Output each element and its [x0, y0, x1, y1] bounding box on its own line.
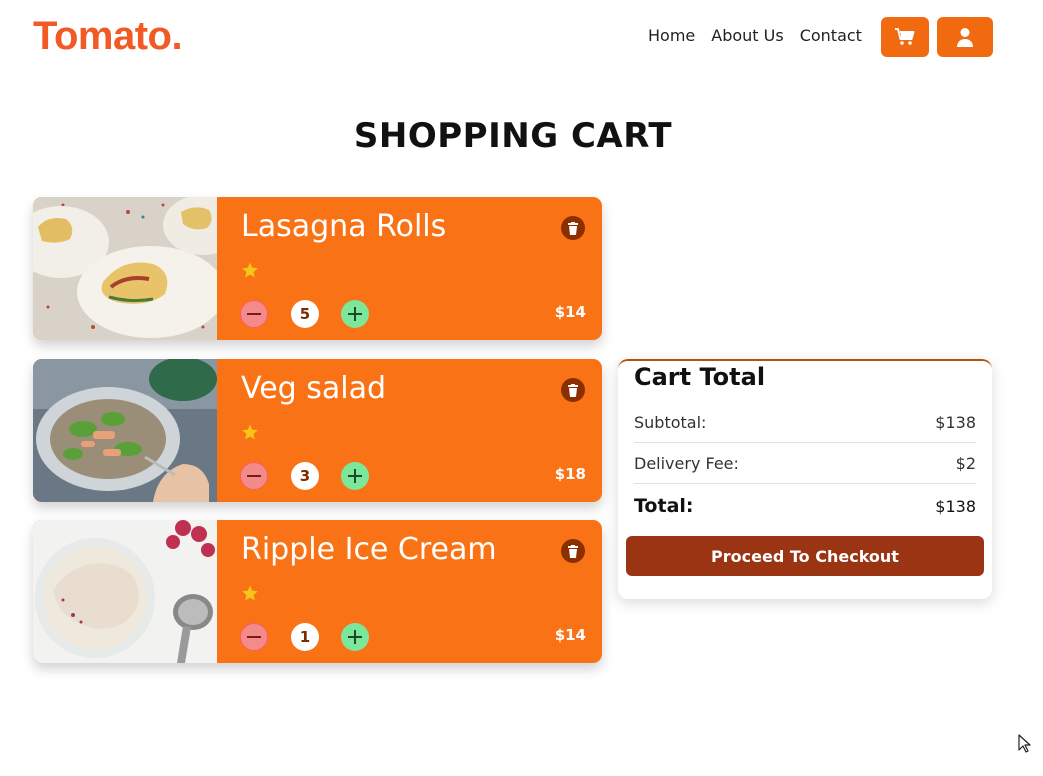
nav-contact[interactable]: Contact: [800, 26, 862, 45]
quantity-value: 3: [291, 462, 319, 490]
nav-home[interactable]: Home: [648, 26, 695, 45]
page-title: SHOPPING CART: [353, 116, 673, 156]
item-name: Lasagna Rolls: [241, 209, 447, 244]
minus-icon: [247, 313, 261, 315]
total-label: Total:: [634, 495, 694, 517]
remove-item-button[interactable]: [561, 216, 585, 240]
cart-icon: [895, 28, 915, 45]
total-row: Total: $138: [634, 495, 976, 517]
cart-button[interactable]: [881, 17, 929, 57]
cart-item: Lasagna Rolls 5 $14: [33, 197, 602, 340]
item-price: $14: [554, 303, 586, 321]
quantity-value: 1: [291, 623, 319, 651]
plus-icon: [348, 469, 362, 483]
remove-item-button[interactable]: [561, 378, 585, 402]
cart-total-heading: Cart Total: [634, 363, 766, 391]
proceed-to-checkout-button[interactable]: Proceed To Checkout: [626, 536, 984, 576]
decrease-quantity-button[interactable]: [240, 462, 268, 490]
trash-icon: [568, 383, 578, 397]
plus-icon: [348, 307, 362, 321]
item-price: $18: [554, 465, 586, 483]
user-button[interactable]: [937, 17, 993, 57]
minus-icon: [247, 636, 261, 638]
cart-total-panel: Cart Total Subtotal: $138 Delivery Fee: …: [618, 359, 992, 599]
user-icon: [957, 28, 973, 47]
minus-icon: [247, 475, 261, 477]
main-nav: Home About Us Contact: [648, 26, 862, 45]
nav-about-us[interactable]: About Us: [711, 26, 783, 45]
decrease-quantity-button[interactable]: [240, 623, 268, 651]
subtotal-label: Subtotal:: [634, 413, 707, 432]
cart-item: Veg salad 3 $18: [33, 359, 602, 502]
increase-quantity-button[interactable]: [341, 623, 369, 651]
delivery-fee-row: Delivery Fee: $2: [634, 454, 976, 473]
increase-quantity-button[interactable]: [341, 462, 369, 490]
item-name: Ripple Ice Cream: [241, 532, 497, 567]
subtotal-value: $138: [935, 413, 976, 432]
delivery-fee-value: $2: [955, 454, 976, 473]
delivery-fee-label: Delivery Fee:: [634, 454, 739, 473]
item-name: Veg salad: [241, 371, 387, 406]
trash-icon: [568, 544, 578, 558]
trash-icon: [568, 221, 578, 235]
subtotal-row: Subtotal: $138: [634, 413, 976, 432]
divider: [634, 483, 976, 484]
item-price: $14: [554, 626, 586, 644]
remove-item-button[interactable]: [561, 539, 585, 563]
quantity-value: 5: [291, 300, 319, 328]
increase-quantity-button[interactable]: [341, 300, 369, 328]
star-icon: [242, 585, 258, 601]
star-icon: [242, 424, 258, 440]
cart-item: Ripple Ice Cream 1 $14: [33, 520, 602, 663]
total-value: $138: [935, 497, 976, 516]
veg-salad-image: [33, 359, 217, 502]
lasagna-rolls-image: [33, 197, 217, 340]
brand-logo[interactable]: Tomato.: [33, 14, 183, 59]
ripple-ice-cream-image: [33, 520, 217, 663]
decrease-quantity-button[interactable]: [240, 300, 268, 328]
mouse-pointer-icon: [1018, 734, 1031, 753]
plus-icon: [348, 630, 362, 644]
divider: [634, 442, 976, 443]
star-icon: [242, 262, 258, 278]
